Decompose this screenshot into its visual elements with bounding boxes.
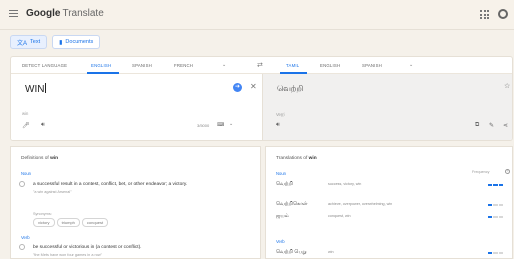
translation-pos-noun: Noun [276, 171, 287, 176]
synonym-chip[interactable]: triumph [56, 218, 80, 227]
frequency-bar [488, 184, 503, 186]
frequency-segment [498, 184, 503, 186]
translations-title: Translations of win [276, 156, 317, 161]
source-lang-detect[interactable]: DETECT LANGUAGE [22, 63, 67, 68]
documents-mode-label: Documents [65, 39, 94, 45]
source-pane[interactable]: WIN ➜ ✕ win 🎤︎ 🔊︎ 3/5000 ⌨︎ ⌄ [11, 74, 262, 140]
clear-icon[interactable]: ✕ [250, 82, 257, 91]
star-icon[interactable]: ☆ [504, 82, 510, 90]
source-transliteration: win [22, 111, 29, 116]
definition-bullet [19, 244, 25, 250]
frequency-segment [498, 216, 503, 218]
translation-word[interactable]: ஜயம் [276, 213, 289, 219]
document-icon: ▮ [59, 39, 63, 46]
frequency-segment [493, 216, 498, 218]
frequency-segment [488, 216, 493, 218]
source-listen-icon[interactable]: 🔊︎ [41, 122, 45, 129]
definition-example: "the Mets have won four games in a row" [33, 253, 102, 257]
frequency-segment [493, 184, 498, 186]
documents-mode-button[interactable]: ▮ Documents [52, 35, 101, 49]
translate-go-icon[interactable]: ➜ [233, 83, 242, 92]
mode-selector: 文A Text ▮ Documents [10, 35, 101, 49]
frequency-segment [493, 204, 498, 206]
app-logo[interactable]: Google Translate [26, 8, 104, 20]
definition-bullet [19, 181, 25, 187]
translations-panel: Translations of win Frequency ? Noun வெற… [265, 146, 513, 259]
character-count: 3/5000 [197, 123, 210, 128]
logo-translate: Translate [62, 8, 104, 19]
back-translations: win [328, 250, 334, 254]
translate-icon: 文A [17, 40, 28, 47]
microphone-icon[interactable]: 🎤︎ [22, 122, 30, 129]
menu-icon[interactable] [9, 10, 18, 18]
definition-pos-noun: Noun [21, 171, 32, 176]
synonym-chip[interactable]: conquest [81, 218, 109, 227]
keyboard-icon[interactable]: ⌨︎ [217, 122, 224, 128]
source-more-languages-icon[interactable]: ⌄ [222, 62, 226, 68]
settings-icon[interactable] [498, 9, 508, 19]
target-more-languages-icon[interactable]: ⌄ [409, 62, 413, 68]
source-text-input[interactable]: WIN [25, 83, 47, 95]
frequency-segment [498, 204, 503, 206]
logo-google: Google [26, 8, 61, 19]
text-mode-button[interactable]: 文A Text [10, 35, 48, 49]
help-icon[interactable]: ? [505, 169, 510, 174]
frequency-bar [488, 204, 503, 206]
frequency-bar [488, 252, 503, 254]
translation-word[interactable]: வெற்றி [276, 181, 293, 187]
translation-word[interactable]: வெற்றிகொள் [276, 201, 308, 207]
source-lang-english[interactable]: ENGLISH [91, 63, 111, 68]
language-bar: DETECT LANGUAGE ENGLISH SPANISH FRENCH ⌄… [11, 57, 512, 74]
frequency-segment [493, 252, 498, 254]
target-transliteration: Veṟṟi [276, 112, 285, 117]
share-icon[interactable]: ⋖ [503, 122, 508, 129]
frequency-segment [488, 184, 493, 186]
target-lang-english[interactable]: ENGLISH [320, 63, 340, 68]
frequency-bar [488, 216, 503, 218]
copy-icon[interactable]: ⧉ [475, 122, 479, 129]
definition-example: "a win against Arsenal" [33, 190, 72, 194]
back-translations: achieve, overpower, overwhelming, win [328, 202, 393, 206]
definitions-title: Definitions of win [21, 156, 59, 161]
translation-card: DETECT LANGUAGE ENGLISH SPANISH FRENCH ⌄… [10, 56, 513, 141]
frequency-segment [488, 252, 493, 254]
definition-pos-verb: Verb [21, 235, 30, 240]
definition-text: be successful or victorious in (a contes… [33, 245, 142, 250]
apps-icon[interactable] [480, 10, 489, 19]
definition-text: a successful result in a contest, confli… [33, 182, 188, 187]
input-tools-dropdown-icon[interactable]: ⌄ [229, 121, 233, 127]
text-mode-label: Text [30, 39, 41, 45]
frequency-segment [498, 252, 503, 254]
synonyms-list: victory triumph conquest [33, 218, 109, 227]
translated-text: வெற்றி [277, 84, 304, 93]
top-bar: Google Translate [0, 0, 514, 30]
synonym-chip[interactable]: victory [33, 218, 55, 227]
back-translations: success, victory, win [328, 182, 362, 186]
source-lang-french[interactable]: FRENCH [174, 63, 193, 68]
target-lang-spanish[interactable]: SPANISH [362, 63, 382, 68]
frequency-segment [488, 204, 493, 206]
source-lang-spanish[interactable]: SPANISH [132, 63, 152, 68]
swap-languages-icon[interactable]: ⇄ [257, 61, 263, 69]
synonyms-label: Synonyms: [33, 212, 52, 216]
target-lang-tamil[interactable]: TAMIL [286, 63, 299, 68]
definitions-panel: Definitions of win Noun a successful res… [10, 146, 261, 259]
back-translations: conquest, win [328, 214, 351, 218]
target-listen-icon[interactable]: 🔊︎ [276, 122, 280, 129]
frequency-label: Frequency [472, 170, 490, 174]
edit-icon[interactable]: ✎ [489, 122, 494, 129]
translation-word[interactable]: வெற்றி பெறு [276, 249, 307, 255]
translation-pos-verb: Verb [276, 239, 285, 244]
target-pane: வெற்றி ☆ Veṟṟi 🔊︎ ⧉ ✎ ⋖ [262, 74, 512, 140]
